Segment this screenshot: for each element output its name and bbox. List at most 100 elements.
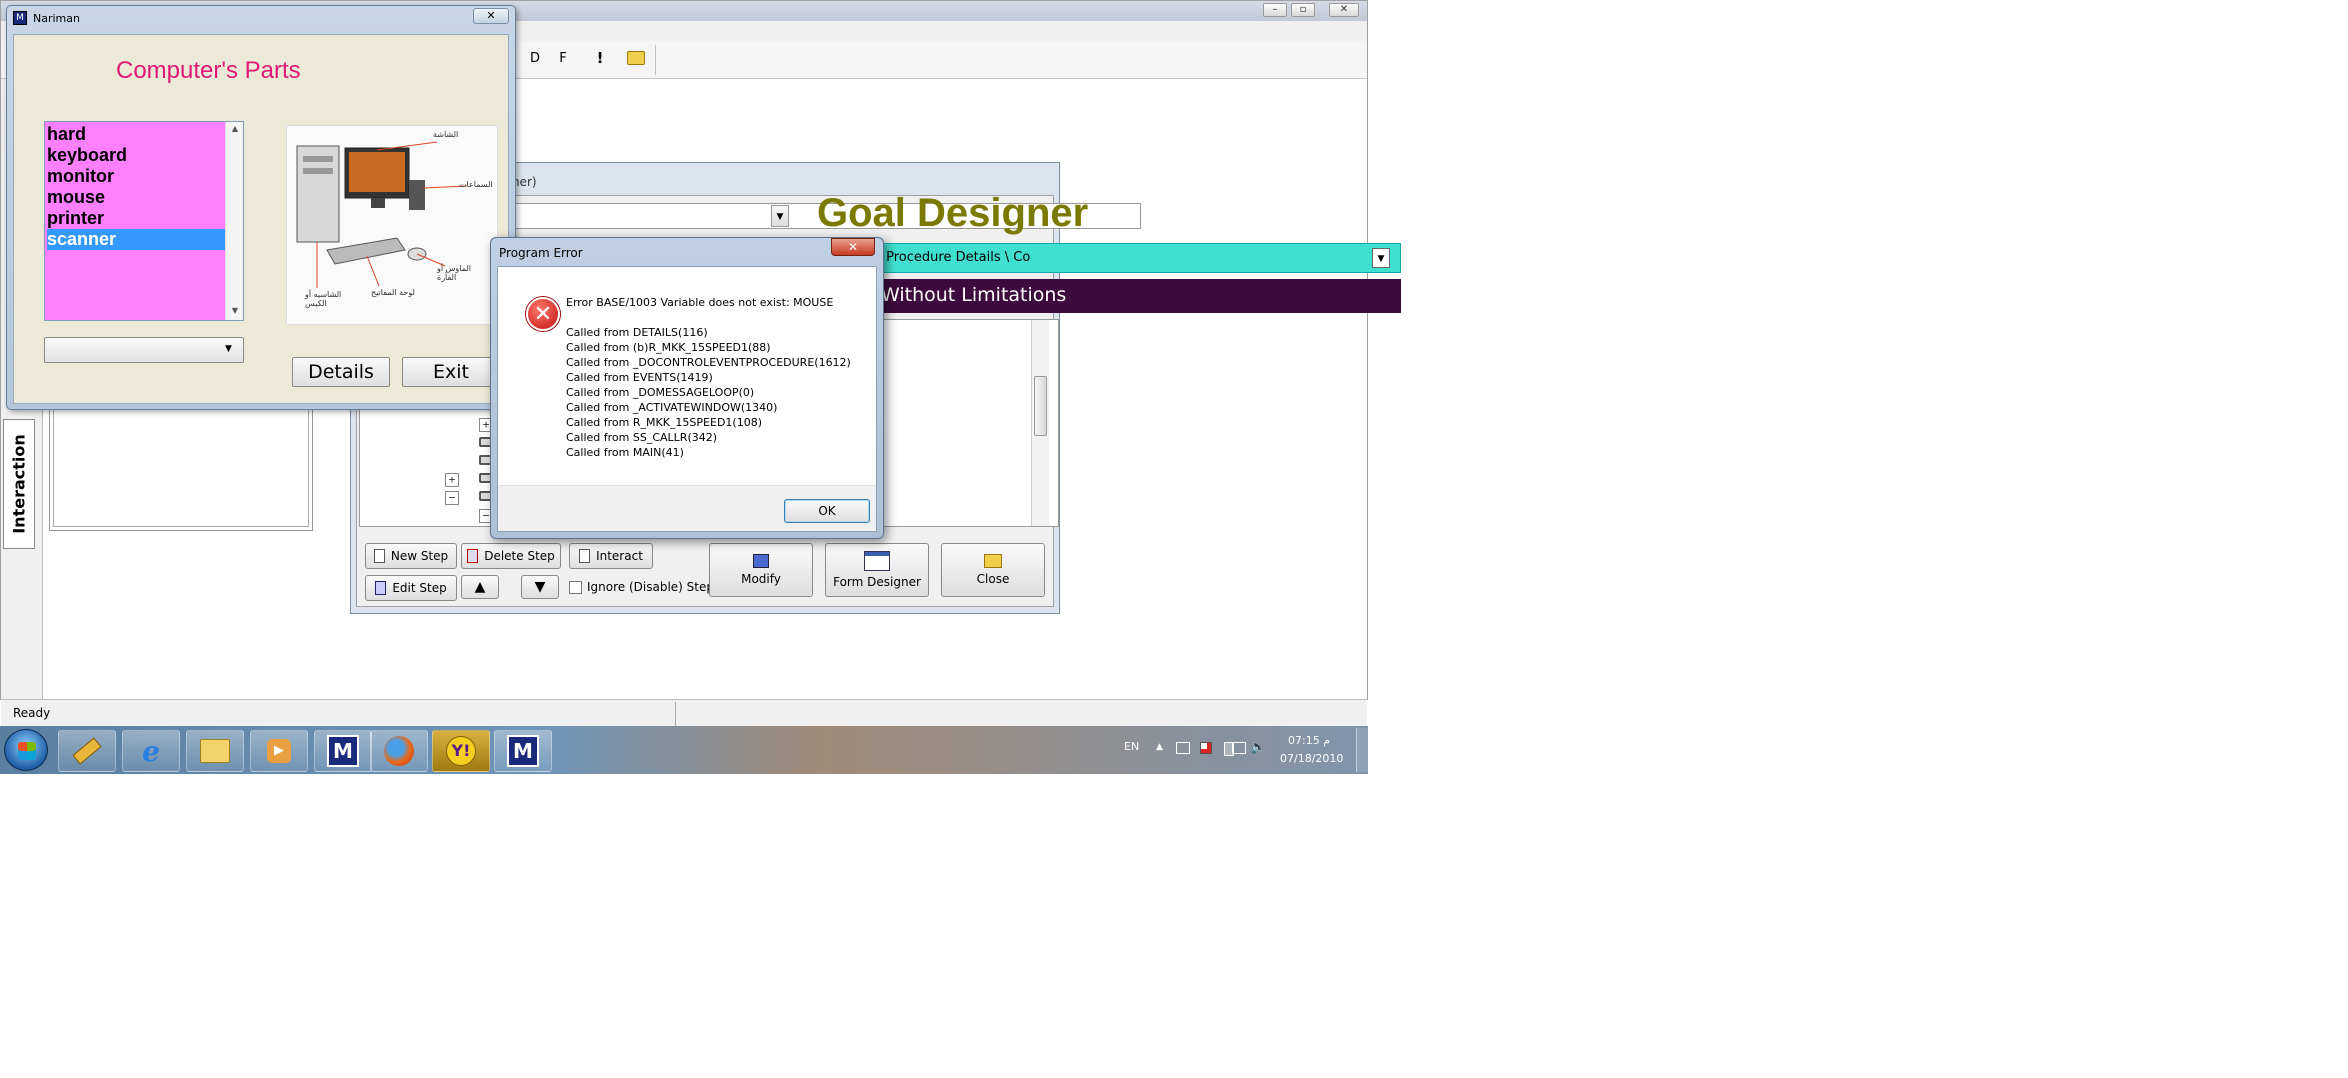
modify-button[interactable]: Modify — [709, 543, 813, 597]
ignore-step-checkbox[interactable] — [569, 581, 582, 594]
nariman-app-icon: M — [13, 11, 27, 25]
goal-designer-brand: Goal Designer — [817, 191, 1089, 235]
open-folder-icon[interactable] — [627, 51, 645, 65]
list-item-monitor[interactable]: monitor — [47, 166, 225, 187]
error-dialog: Program Error ✕ ✕ Error BASE/1003 Variab… — [490, 237, 884, 539]
parts-listbox[interactable]: hard keyboard monitor mouse printer scan… — [44, 121, 244, 321]
image-label-monitor: الشاشة — [433, 130, 459, 139]
toolbar-button-run[interactable]: ! — [593, 49, 607, 69]
tray-action-center-icon[interactable] — [1200, 742, 1212, 754]
m-app-icon: M — [507, 735, 539, 767]
folder-icon — [984, 554, 1002, 568]
tray-display-icon[interactable] — [1232, 742, 1246, 754]
tray-network-icon[interactable] — [1176, 742, 1190, 754]
nariman-close-button[interactable]: ✕ — [473, 8, 509, 24]
breadcrumb: e Procedure Details \ Co ▼ — [871, 243, 1401, 273]
call-stack-line: Called from _DOCONTROLEVENTPROCEDURE(161… — [566, 356, 851, 369]
yahoo-messenger-icon: Y! — [446, 736, 476, 766]
minimize-button[interactable]: – — [1263, 3, 1287, 17]
ok-button[interactable]: OK — [784, 499, 870, 523]
call-stack-line: Called from SS_CALLR(342) — [566, 431, 718, 444]
volume-icon[interactable]: 🔈 — [1250, 740, 1266, 755]
toolbar-button-f[interactable]: F — [555, 51, 571, 69]
details-button[interactable]: Details — [292, 357, 390, 387]
tree-expand-icon[interactable]: + — [445, 473, 459, 487]
close-icon: ✕ — [486, 9, 496, 22]
taskbar-m-app-2[interactable]: M — [494, 730, 552, 772]
taskbar-explorer[interactable] — [186, 730, 244, 772]
pencil-icon — [72, 737, 102, 765]
tree-collapse-icon[interactable]: − — [445, 491, 459, 505]
list-item-printer[interactable]: printer — [47, 208, 225, 229]
close-designer-label: Close — [976, 572, 1010, 586]
form-designer-button[interactable]: Form Designer — [825, 543, 929, 597]
nariman-window: M Nariman ✕ Computer's Parts hard keyboa… — [6, 5, 516, 410]
interaction-tab[interactable]: Interaction — [3, 419, 35, 549]
language-indicator[interactable]: EN — [1124, 740, 1139, 753]
image-label-speakers: السماعات — [459, 180, 493, 189]
taskbar-pin-app[interactable] — [58, 730, 116, 772]
close-button[interactable]: ✕ — [1329, 3, 1359, 17]
modify-icon — [753, 554, 769, 568]
scroll-up-icon[interactable]: ▲ — [226, 124, 244, 133]
move-up-button[interactable]: ▲ — [461, 575, 499, 599]
taskbar-yahoo-messenger[interactable]: Y! — [432, 730, 490, 772]
taskbar-media-player[interactable]: ▶ — [250, 730, 308, 772]
error-dialog-client: ✕ Error BASE/1003 Variable does not exis… — [497, 266, 877, 532]
list-item-scanner-selected[interactable]: scanner — [47, 229, 225, 250]
call-stack-line: Called from EVENTS(1419) — [566, 371, 713, 384]
tree-scrollbar[interactable] — [1031, 320, 1049, 526]
form-designer-label: Form Designer — [833, 575, 921, 589]
folder-icon — [200, 739, 230, 763]
maximize-button[interactable]: ▫ — [1291, 3, 1315, 17]
arrow-down-icon: ▼ — [534, 579, 546, 595]
call-stack-line: Called from _ACTIVATEWINDOW(1340) — [566, 401, 778, 414]
delete-step-button[interactable]: Delete Step — [461, 543, 561, 569]
firefox-icon — [384, 736, 414, 766]
show-hidden-icons-icon[interactable]: ▲ — [1156, 742, 1163, 752]
taskbar-firefox[interactable] — [370, 730, 428, 772]
interact-button[interactable]: Interact — [569, 543, 653, 569]
toolbar-button-d[interactable]: D — [527, 51, 543, 69]
start-button[interactable] — [4, 729, 48, 771]
taskbar-m-app-1[interactable]: M — [314, 730, 372, 772]
error-dialog-close-button[interactable]: ✕ — [831, 238, 875, 256]
designer-banner: Without Limitations — [871, 279, 1401, 313]
call-stack-line: Called from MAIN(41) — [566, 446, 684, 459]
interact-icon — [579, 549, 591, 563]
chevron-down-icon[interactable]: ▼ — [771, 205, 789, 227]
combo-chevron-down-icon: ▼ — [225, 344, 232, 354]
image-label-keyboard: لوحة المفاتيح — [371, 288, 415, 297]
parts-combobox[interactable]: ▼ — [44, 337, 244, 363]
edit-step-icon — [375, 581, 387, 595]
nariman-title: Nariman — [33, 12, 80, 25]
exit-button[interactable]: Exit — [402, 357, 500, 387]
edit-step-button[interactable]: Edit Step — [365, 575, 457, 601]
arrow-up-icon: ▲ — [474, 579, 486, 595]
interact-label: Interact — [596, 549, 643, 563]
list-scrollbar[interactable]: ▲ ▼ — [225, 122, 243, 320]
call-stack-line: Called from (b)R_MKK_15SPEED1(88) — [566, 341, 771, 354]
new-step-button[interactable]: New Step — [365, 543, 457, 569]
status-bar: Ready — [1, 699, 1367, 727]
list-item-keyboard[interactable]: keyboard — [47, 145, 225, 166]
tree-scroll-thumb[interactable] — [1034, 376, 1047, 436]
call-stack: Called from DETAILS(116) Called from (b)… — [566, 325, 851, 460]
taskbar-internet-explorer[interactable]: e — [122, 730, 180, 772]
clock-time[interactable]: 07:15 م — [1288, 734, 1330, 747]
list-item-mouse[interactable]: mouse — [47, 187, 225, 208]
clock-date[interactable]: 07/18/2010 — [1280, 752, 1343, 765]
call-stack-line: Called from _DOMESSAGELOOP(0) — [566, 386, 755, 399]
scroll-down-icon[interactable]: ▼ — [226, 306, 244, 315]
nariman-client: Computer's Parts hard keyboard monitor m… — [13, 34, 509, 404]
edit-step-label: Edit Step — [392, 581, 447, 595]
call-stack-line: Called from DETAILS(116) — [566, 326, 708, 339]
show-desktop-button[interactable] — [1356, 728, 1368, 772]
close-designer-button[interactable]: Close — [941, 543, 1045, 597]
move-down-button[interactable]: ▼ — [521, 575, 559, 599]
breadcrumb-chevron-down-icon[interactable]: ▼ — [1372, 248, 1390, 268]
close-icon: ✕ — [847, 240, 859, 254]
new-step-label: New Step — [390, 549, 449, 563]
list-item-hard[interactable]: hard — [47, 124, 225, 145]
error-dialog-title: Program Error — [499, 246, 583, 260]
